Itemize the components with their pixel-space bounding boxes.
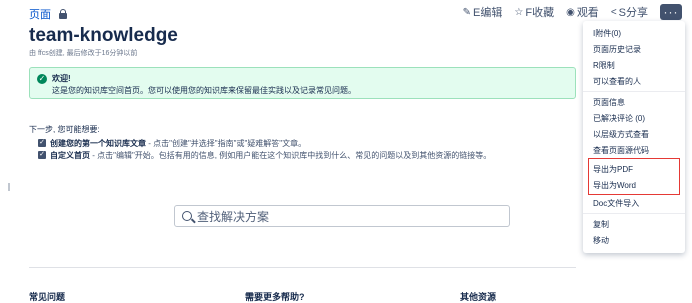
- footer-resources-heading: 其他资源: [460, 292, 497, 302]
- more-actions-button[interactable]: ···: [660, 4, 682, 20]
- task-text: - 点击"创建"并选择"指南"或"疑难解答"文章。: [146, 139, 307, 148]
- favorite-button[interactable]: ☆ F收藏: [514, 4, 554, 20]
- menu-item-page-info[interactable]: 页面信息: [593, 97, 625, 108]
- share-icon: <: [610, 6, 617, 18]
- task-title: 创建您的第一个知识库文章: [50, 139, 146, 148]
- search-box: [174, 205, 510, 227]
- menu-item-hierarchy-view[interactable]: 以层级方式查看: [593, 129, 649, 140]
- share-label: S分享: [618, 7, 648, 19]
- menu-item-doc-import[interactable]: Doc文件导入: [593, 198, 639, 209]
- next-steps-heading: 下一步, 您可能想要:: [29, 125, 100, 134]
- menu-separator: [583, 213, 685, 214]
- edit-button[interactable]: ✎ E编辑: [463, 4, 503, 20]
- checkbox-checked-icon[interactable]: ✓: [38, 139, 46, 147]
- footer-help-heading: 需要更多帮助?: [245, 292, 305, 302]
- menu-item-page-history[interactable]: 页面历史记录: [593, 44, 641, 55]
- more-actions-menu: I附件(0) 页面历史记录 R限制 可以查看的人 页面信息 已解决评论 (0) …: [583, 21, 685, 253]
- sidebar-resize-handle[interactable]: [8, 183, 10, 191]
- menu-item-restrictions[interactable]: R限制: [593, 60, 615, 71]
- welcome-title: 欢迎!: [52, 74, 71, 83]
- search-icon: [182, 211, 192, 221]
- menu-item-who-can-view[interactable]: 可以查看的人: [593, 76, 641, 87]
- watch-button[interactable]: ◉ 观看: [566, 4, 599, 20]
- eye-icon: ◉: [566, 6, 575, 18]
- page-title: team-knowledge: [29, 25, 178, 46]
- menu-item-view-source[interactable]: 查看页面源代码: [593, 145, 649, 156]
- menu-separator: [583, 91, 685, 92]
- menu-item-copy[interactable]: 复制: [593, 219, 609, 230]
- menu-item-attachments[interactable]: I附件(0): [593, 28, 621, 39]
- page-toolbar: ✎ E编辑 ☆ F收藏 ◉ 观看 < S分享 ···: [463, 4, 682, 20]
- watch-label: 观看: [576, 7, 599, 19]
- welcome-panel: ✓ 欢迎! 这是您的知识库空间首页。您可以使用您的知识库来保留最佳实践以及记录常…: [29, 67, 576, 99]
- edit-label: E编辑: [473, 7, 503, 19]
- breadcrumb: 页面: [29, 6, 67, 22]
- star-icon: ☆: [514, 6, 524, 18]
- search-input[interactable]: [195, 208, 499, 226]
- lock-icon[interactable]: [59, 9, 67, 19]
- welcome-description: 这是您的知识库空间首页。您可以使用您的知识库来保留最佳实践以及记录常见问题。: [52, 86, 356, 95]
- task-item: ✓ 创建您的第一个知识库文章 - 点击"创建"并选择"指南"或"疑难解答"文章。: [38, 138, 306, 149]
- task-title: 自定义首页: [50, 151, 90, 160]
- checkbox-checked-icon[interactable]: ✓: [38, 151, 46, 159]
- favorite-label: F收藏: [525, 7, 555, 19]
- menu-item-move[interactable]: 移动: [593, 235, 609, 246]
- footer-faq-heading: 常见问题: [29, 292, 66, 302]
- pencil-icon: ✎: [462, 6, 472, 18]
- menu-item-resolved-comments[interactable]: 已解决评论 (0): [593, 113, 645, 124]
- task-item: ✓ 自定义首页 - 点击"编辑"开始。包括有用的信息, 例如用户能在这个知识库中…: [38, 150, 491, 161]
- share-button[interactable]: < S分享: [611, 4, 648, 20]
- export-options-highlight: [588, 158, 680, 195]
- task-text: - 点击"编辑"开始。包括有用的信息, 例如用户能在这个知识库中找到什么、常见的…: [90, 151, 492, 160]
- page-meta: 由 ffcs创建, 最后修改于16分钟以前: [29, 50, 138, 57]
- divider: [29, 267, 576, 268]
- check-circle-icon: ✓: [37, 74, 47, 84]
- breadcrumb-pages-link[interactable]: 页面: [29, 6, 51, 22]
